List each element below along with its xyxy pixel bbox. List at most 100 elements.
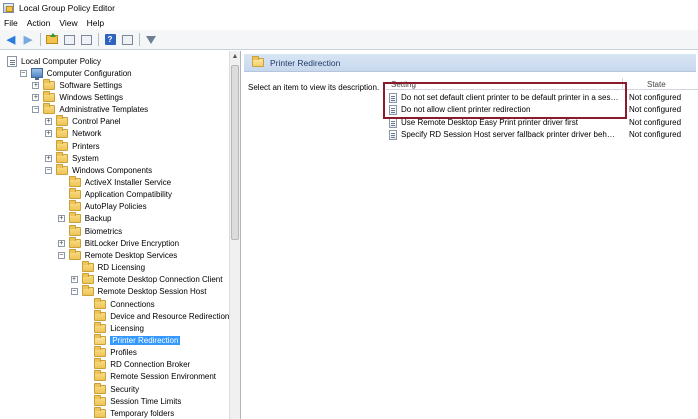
tree-expander-spacer [83,373,90,380]
menu-view[interactable]: View [59,18,77,28]
tree-node[interactable]: Local Computer Policy [7,55,101,67]
tree-expander-spacer [83,313,90,320]
up-one-level-button[interactable] [44,32,60,48]
tree-node-label: Network [72,129,102,139]
expand-icon[interactable]: + [57,239,65,247]
tree-node[interactable]: Licensing [83,321,144,334]
tree-node[interactable]: + Software Settings [32,78,122,91]
help-button[interactable]: ? [102,32,118,48]
action-pane-icon [121,34,133,45]
column-header-setting[interactable]: Setting [391,80,416,89]
folder-icon [94,309,107,321]
tree-node[interactable]: Temporary folders [83,406,174,419]
tree-node-label: Computer Configuration [46,68,132,78]
tree-node[interactable]: + Backup [57,212,111,225]
tree-node[interactable]: − Remote Desktop Services [57,248,177,261]
tree-node[interactable]: ActiveX Installer Service [58,176,172,189]
tree-node[interactable]: + System [45,151,99,164]
policy-setting-icon [389,105,397,115]
folder-icon [43,78,56,90]
expand-icon[interactable]: + [57,215,65,223]
tree-node[interactable]: Application Compatibility [58,188,172,201]
tree-node-label: Windows Components [72,165,153,175]
menu-action[interactable]: Action [27,18,51,28]
scroll-thumb[interactable] [231,65,239,240]
table-row[interactable]: Use Remote Desktop Easy Print printer dr… [386,117,698,129]
tree-expander-spacer [58,191,65,198]
tree-expander-spacer [58,228,65,235]
table-row[interactable]: Specify RD Session Host server fallback … [386,129,698,141]
tree-node-label: RD Connection Broker [110,360,191,370]
expand-icon[interactable]: + [45,154,53,162]
tree-node[interactable]: Session Time Limits [83,394,181,407]
tree-expander-spacer [83,410,90,417]
tree-node[interactable]: AutoPlay Policies [58,200,147,213]
expand-icon[interactable]: + [45,118,53,126]
expand-icon[interactable]: + [32,81,40,89]
show-hide-console-tree-button[interactable] [61,32,77,48]
tree-node[interactable]: + Windows Settings [32,90,123,103]
show-hide-action-pane-button[interactable] [119,32,135,48]
column-header-state[interactable]: State [647,80,666,89]
collapse-icon[interactable]: − [32,106,40,114]
scroll-up-icon[interactable]: ▲ [230,51,240,62]
table-row[interactable]: Do not allow client printer redirection … [386,104,698,116]
tree-node[interactable]: + Remote Desktop Connection Client [70,273,222,286]
tree-expander-spacer [45,143,52,150]
back-button[interactable]: ◀ [3,32,19,48]
collapse-icon[interactable]: − [70,288,78,296]
folder-icon [68,200,81,212]
tree-node[interactable]: − Computer Configuration [19,67,132,81]
folder-icon [68,236,81,248]
folder-icon [56,163,69,175]
forward-button[interactable]: ▶ [20,32,36,48]
column-divider[interactable] [622,78,623,90]
tree-node[interactable]: Biometrics [58,224,122,237]
expand-icon[interactable]: + [32,93,40,101]
tree-node[interactable]: + BitLocker Drive Encryption [57,236,179,249]
table-row[interactable]: Do not set default client printer to be … [386,92,698,104]
collapse-icon[interactable]: − [45,166,53,174]
policy-setting-icon [389,118,397,128]
filter-icon [146,35,156,44]
folder-up-icon [46,33,58,44]
folder-icon [56,115,69,127]
tree-node[interactable]: + Control Panel [45,115,121,128]
tree-node-label: Security [110,384,140,394]
policy-setting-icon [389,130,397,140]
tree-node[interactable]: Printer Redirection [83,333,181,346]
title-bar: Local Group Policy Editor [0,0,698,15]
tree-node-label: ActiveX Installer Service [84,178,172,187]
tree-node[interactable]: RD Licensing [71,261,145,274]
toolbar-separator [40,33,41,46]
tree-node[interactable]: Profiles [83,346,137,359]
expand-icon[interactable]: + [45,130,53,138]
tree-node[interactable]: Connections [83,297,155,310]
tree-node[interactable]: − Windows Components [45,163,153,176]
menu-file[interactable]: File [4,18,18,28]
tree-node[interactable]: + Network [45,127,102,140]
tree-node[interactable]: RD Connection Broker [83,358,191,371]
console-tree-icon [63,34,75,45]
tree-node[interactable]: Device and Resource Redirection [83,309,229,322]
menu-help[interactable]: Help [87,18,104,28]
folder-open-icon [94,333,107,345]
tree-node[interactable]: Printers [45,139,100,152]
folder-icon [68,176,81,187]
tree-node-label: Printer Redirection [110,335,181,345]
filter-button[interactable] [143,32,159,48]
tree-node[interactable]: − Administrative Templates [32,103,148,116]
tree-expander-spacer [71,264,78,271]
tree-scrollbar[interactable]: ▲ [229,51,240,419]
collapse-icon[interactable]: − [57,251,65,259]
expand-icon[interactable]: + [70,276,78,284]
tree-node[interactable]: − Remote Desktop Session Host [70,285,206,298]
grid-header: Setting State [386,78,698,90]
tree-expander-spacer [83,349,90,356]
collapse-icon[interactable]: − [19,69,27,77]
tree-node[interactable]: Security [83,382,140,395]
tree-node[interactable]: Remote Session Environment [83,370,216,383]
export-list-button[interactable] [78,32,94,48]
folder-open-icon [252,56,264,67]
folder-icon [94,358,107,370]
